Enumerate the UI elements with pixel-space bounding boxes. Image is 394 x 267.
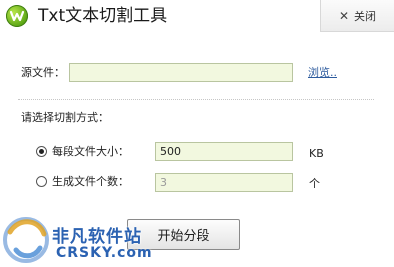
file-count-input[interactable]: 3: [155, 173, 293, 192]
source-file-input[interactable]: [69, 63, 293, 82]
window-title: Txt文本切割工具: [38, 6, 168, 26]
watermark-text-cn: 非凡软件站: [52, 227, 142, 247]
title-bar: Txt文本切割工具 ✕ 关闭: [0, 0, 394, 32]
close-label: 关闭: [354, 9, 377, 23]
close-icon: ✕: [338, 8, 350, 23]
close-button[interactable]: ✕ 关闭: [320, 0, 394, 32]
radio-size-per-segment[interactable]: [36, 146, 47, 157]
file-count-unit: 个: [309, 177, 320, 190]
segment-size-unit: KB: [309, 147, 324, 160]
browse-link[interactable]: 浏览..: [308, 66, 337, 80]
split-mode-label: 请选择切割方式：: [21, 111, 109, 124]
file-count-label: 生成文件个数：: [52, 175, 129, 188]
radio-file-count[interactable]: [36, 176, 47, 187]
size-per-segment-label: 每段文件大小：: [52, 145, 129, 158]
segment-size-input[interactable]: 500: [155, 142, 293, 161]
app-logo-icon: [6, 5, 28, 27]
section-divider: [18, 99, 374, 100]
source-file-label: 源文件：: [21, 66, 65, 79]
watermark-text-en: CRSKY.com: [56, 245, 153, 261]
watermark-logo-icon: [3, 217, 49, 263]
